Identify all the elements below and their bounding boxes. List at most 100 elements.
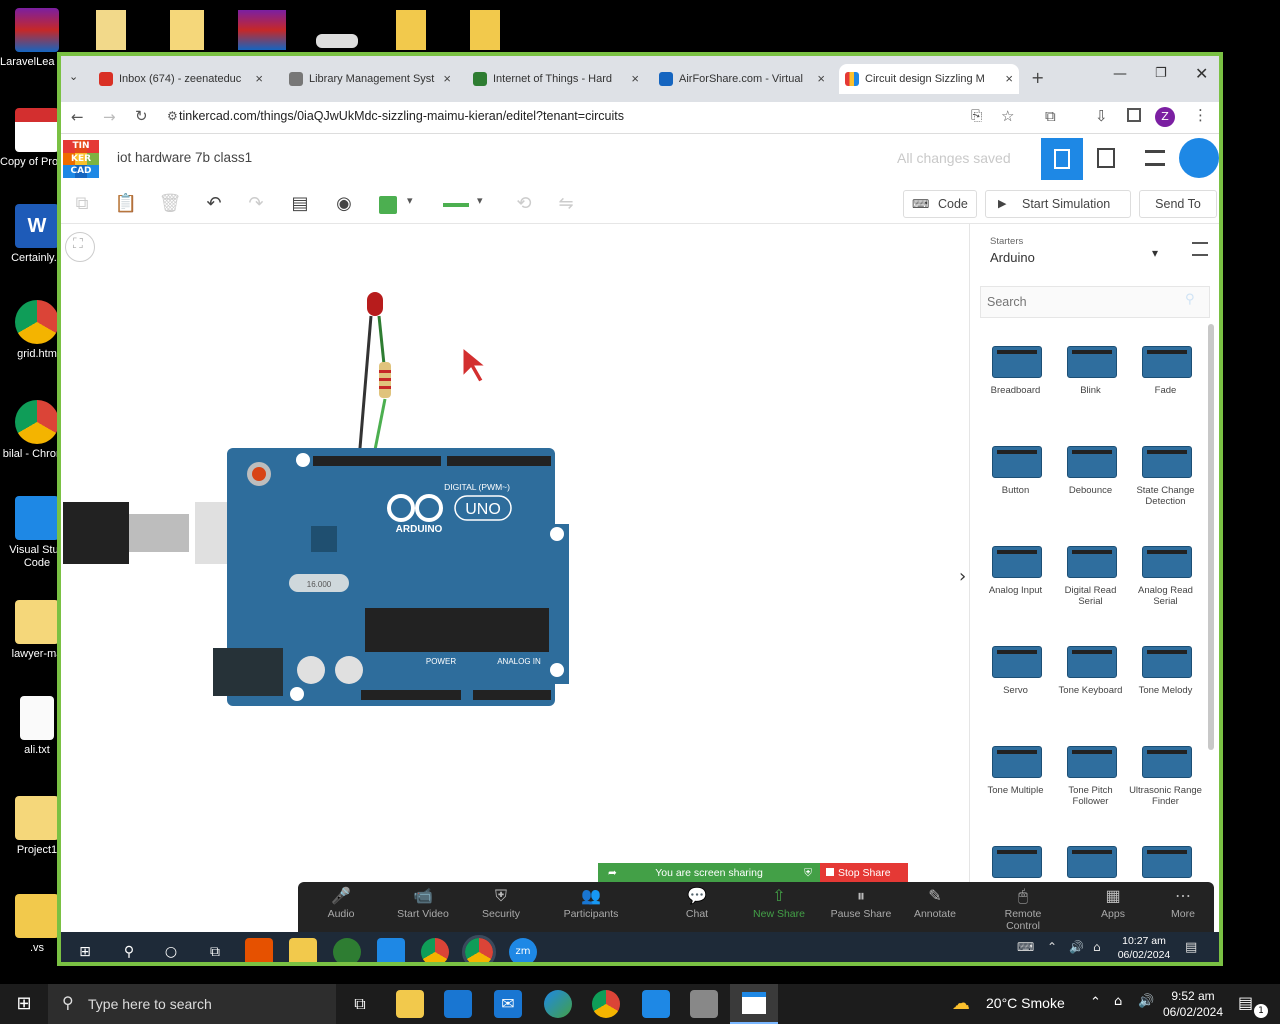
zoom-participants-button[interactable]: 👥 Participants bbox=[556, 886, 626, 920]
tab-gmail[interactable]: Inbox (674) - zeenateduc × bbox=[93, 64, 269, 94]
file-explorer-icon[interactable] bbox=[289, 938, 317, 962]
weather-icon[interactable]: ☁ bbox=[952, 993, 970, 1014]
component-tile[interactable]: State Change Detection bbox=[1128, 436, 1203, 507]
inner-clock[interactable]: 10:27 am 06/02/2024 bbox=[1113, 934, 1175, 962]
vscode-icon[interactable] bbox=[377, 938, 405, 962]
edge-icon[interactable] bbox=[544, 990, 572, 1018]
component-tile[interactable]: Fade bbox=[1128, 336, 1203, 396]
zoom-security-button[interactable]: ⛨ Security bbox=[466, 886, 536, 920]
network-icon[interactable]: ⌂ bbox=[1093, 940, 1101, 954]
component-tile[interactable]: Button bbox=[978, 436, 1053, 496]
store-icon[interactable] bbox=[444, 990, 472, 1018]
toggle-notes-visibility-icon[interactable]: ◉ bbox=[329, 190, 359, 218]
chrome-icon[interactable] bbox=[592, 990, 620, 1018]
chevron-up-icon[interactable]: ⌃ bbox=[1047, 940, 1057, 954]
profile-avatar[interactable]: Z bbox=[1155, 107, 1175, 127]
bookmark-star-icon[interactable]: ☆ bbox=[1001, 107, 1014, 125]
code-button[interactable]: ⌨ Code bbox=[903, 190, 977, 218]
component-tile[interactable]: Debounce bbox=[1053, 436, 1128, 496]
app-icon[interactable] bbox=[333, 938, 361, 962]
chrome-icon[interactable] bbox=[421, 938, 449, 962]
back-arrow-icon[interactable]: ← bbox=[71, 108, 84, 126]
mail-icon[interactable]: ✉ bbox=[494, 990, 522, 1018]
network-icon[interactable]: ⌂ bbox=[1114, 994, 1122, 1009]
send-to-button[interactable]: Send To bbox=[1139, 190, 1217, 218]
component-tile[interactable] bbox=[1053, 836, 1128, 885]
extensions-icon[interactable]: ⧉ bbox=[1045, 107, 1056, 125]
notifications-icon[interactable]: ▤ bbox=[1238, 993, 1253, 1012]
wire-type-picker[interactable]: ▾ bbox=[437, 192, 493, 218]
tab-airforshare[interactable]: AirForShare.com - Virtual × bbox=[653, 64, 831, 94]
tab-search-icon[interactable]: ⌄ bbox=[69, 70, 78, 83]
cortana-icon[interactable]: ○ bbox=[157, 938, 185, 962]
flip-icon[interactable]: ⇋ bbox=[551, 190, 581, 218]
vscode-icon[interactable] bbox=[642, 990, 670, 1018]
url-field[interactable]: tinkercad.com/things/0iaQJwUkMdc-sizzlin… bbox=[179, 109, 624, 123]
zoom-audio-button[interactable]: 🎤 Audio bbox=[306, 886, 376, 920]
shortcut-icon[interactable] bbox=[316, 34, 358, 48]
delete-icon[interactable]: 🗑 bbox=[155, 190, 185, 218]
circuit-view-button[interactable] bbox=[1041, 138, 1083, 180]
usb-plug[interactable] bbox=[63, 502, 129, 564]
active-app-button[interactable] bbox=[730, 984, 778, 1024]
taskbar-search-box[interactable]: ⚲ Type here to search bbox=[48, 984, 336, 1024]
search-icon[interactable]: ⚲ bbox=[115, 938, 143, 962]
rotate-icon[interactable]: ⟲ bbox=[509, 190, 539, 218]
tinkercad-logo[interactable]: TIN KER CAD bbox=[63, 140, 99, 178]
panel-scrollbar[interactable] bbox=[1208, 324, 1214, 750]
component-tile[interactable]: Analog Read Serial bbox=[1128, 536, 1203, 607]
volume-icon[interactable]: 🔊 bbox=[1138, 994, 1154, 1009]
weather-text[interactable]: 20°C Smoke bbox=[986, 995, 1065, 1011]
file-explorer-icon[interactable] bbox=[396, 990, 424, 1018]
app-icon[interactable] bbox=[690, 990, 718, 1018]
download-icon[interactable]: ⇩ bbox=[1095, 107, 1108, 125]
zoom-icon[interactable]: zm bbox=[509, 938, 537, 962]
user-avatar[interactable] bbox=[1179, 138, 1219, 178]
chrome-shortcut-icon[interactable] bbox=[170, 10, 204, 50]
system-clock[interactable]: 9:52 am 06/02/2024 bbox=[1160, 988, 1226, 1020]
side-panel-icon[interactable] bbox=[1127, 108, 1141, 122]
start-simulation-button[interactable]: ▶ Start Simulation bbox=[985, 190, 1131, 218]
browser-menu-icon[interactable]: ⋮ bbox=[1193, 106, 1208, 124]
component-tile[interactable]: Ultrasonic Range Finder bbox=[1128, 736, 1203, 807]
folder-icon[interactable] bbox=[396, 10, 426, 50]
tab-tinkercad[interactable]: Circuit design Sizzling M × bbox=[839, 64, 1019, 94]
notifications-icon[interactable]: ▤ bbox=[1185, 940, 1197, 955]
undo-icon[interactable]: ↶ bbox=[199, 190, 229, 218]
reload-icon[interactable]: ↻ bbox=[135, 107, 148, 125]
volume-icon[interactable]: 🔊 bbox=[1069, 940, 1084, 954]
component-tile[interactable]: Tone Multiple bbox=[978, 736, 1053, 796]
close-icon[interactable]: × bbox=[443, 64, 451, 94]
component-tile[interactable]: Analog Input bbox=[978, 536, 1053, 596]
component-search-box[interactable]: ⚲ bbox=[980, 286, 1210, 318]
schematic-view-button[interactable] bbox=[1097, 148, 1115, 168]
install-app-icon[interactable]: ⎘ bbox=[971, 108, 982, 124]
search-input[interactable] bbox=[987, 292, 1177, 312]
starters-dropdown[interactable]: Starters Arduino ▾ bbox=[976, 230, 1176, 274]
zoom-annotate-button[interactable]: ✎ Annotate bbox=[900, 886, 970, 920]
component-tile[interactable]: Servo bbox=[978, 636, 1053, 696]
copy-icon[interactable]: ⧉ bbox=[67, 190, 97, 218]
zoom-chat-button[interactable]: 💬 Chat bbox=[662, 886, 732, 920]
minimize-button[interactable]: — bbox=[1113, 66, 1127, 82]
stop-share-button[interactable]: Stop Share bbox=[820, 863, 908, 883]
close-icon[interactable]: × bbox=[255, 64, 263, 94]
tab-iot[interactable]: Internet of Things - Hard × bbox=[467, 64, 645, 94]
component-tile[interactable]: Tone Keyboard bbox=[1053, 636, 1128, 696]
component-tile[interactable] bbox=[1128, 836, 1203, 885]
component-tile[interactable]: Tone Pitch Follower bbox=[1053, 736, 1128, 807]
paste-icon[interactable]: 📋 bbox=[111, 190, 141, 218]
windows-start-icon[interactable]: ⊞ bbox=[10, 990, 38, 1018]
close-icon[interactable]: × bbox=[631, 64, 639, 94]
black-wire[interactable] bbox=[357, 315, 373, 461]
red-led[interactable] bbox=[367, 292, 383, 316]
component-list-button[interactable] bbox=[1145, 150, 1165, 166]
chrome-icon[interactable] bbox=[462, 935, 496, 962]
task-view-icon[interactable]: ⧉ bbox=[201, 938, 229, 962]
tab-library[interactable]: Library Management Syst × bbox=[283, 64, 457, 94]
list-view-icon[interactable] bbox=[1192, 242, 1208, 256]
wire-color-picker[interactable]: ▾ bbox=[373, 192, 425, 218]
panel-collapse-chevron-icon[interactable]: › bbox=[959, 566, 966, 587]
component-tile[interactable]: Tone Melody bbox=[1128, 636, 1203, 696]
notes-icon[interactable]: ▤ bbox=[285, 190, 315, 218]
